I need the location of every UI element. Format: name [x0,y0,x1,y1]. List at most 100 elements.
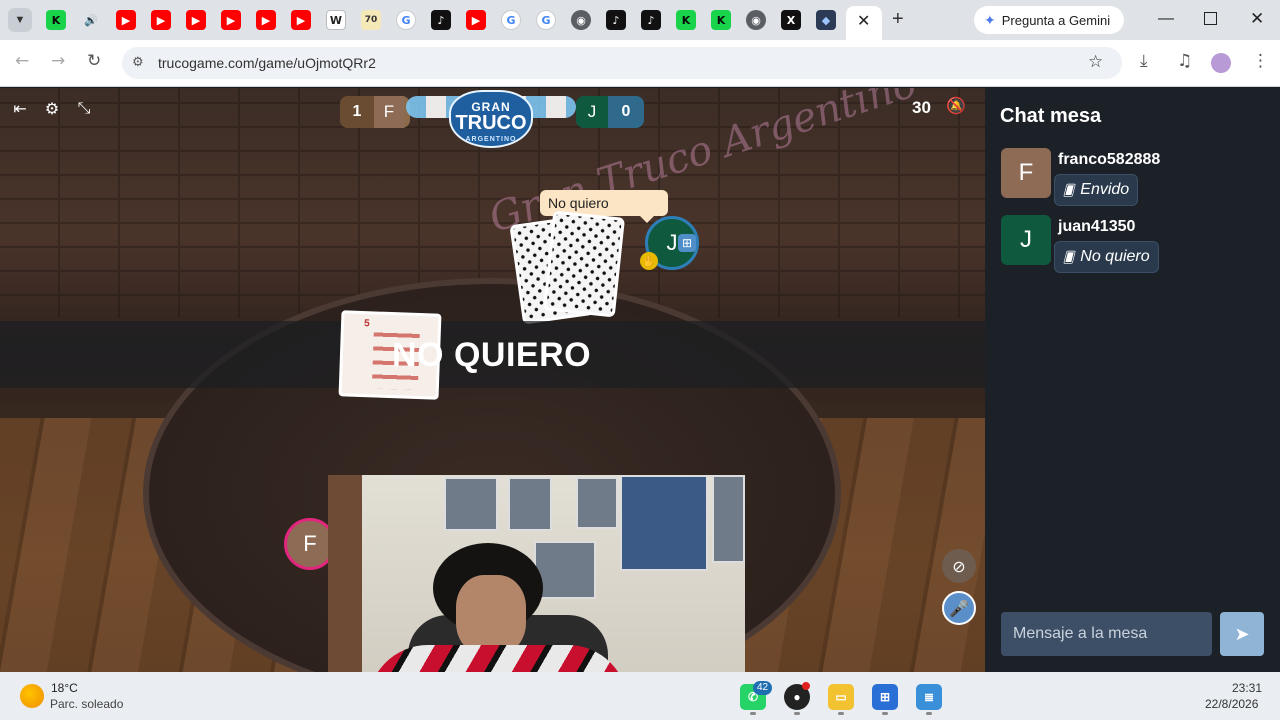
close-window-button[interactable]: ✕ [1250,9,1264,29]
score-j-points: 0 [621,103,631,120]
opponent-gift-icon[interactable]: ⊞ [678,234,696,252]
weather-temp[interactable]: 18°C [51,681,78,695]
active-tab[interactable]: ✕ [846,6,882,40]
send-icon[interactable]: ➤ [1220,612,1264,656]
chat-avatar: F [1001,148,1051,198]
chat-username: franco582888 [1058,151,1161,168]
kick-icon[interactable]: K [676,10,696,30]
close-tab-icon[interactable]: ✕ [857,11,870,31]
new-tab-button[interactable]: + [892,8,904,31]
exit-icon[interactable]: ⇤ [8,96,32,120]
media-control-icon[interactable]: ♫ [1177,51,1192,71]
reload-icon[interactable]: ↻ [87,51,101,71]
score-f-points: 1 [340,96,374,128]
score-f-letter: F [374,96,404,128]
chat-message: 🂠 No quiero [1054,241,1159,273]
kick-icon[interactable]: K [46,10,66,30]
restore-button[interactable] [1204,12,1217,25]
google-icon[interactable]: G [396,10,416,30]
tab-search-button[interactable]: ▼ [8,8,32,32]
fullscreen-off-icon[interactable]: ⤡ [72,96,96,120]
youtube-icon[interactable]: ▶ [221,10,241,30]
tiktok-icon[interactable]: ♪ [641,10,661,30]
opponent-card-back [542,210,626,318]
logo-line-argentino: ARGENTINO [465,136,517,143]
card-icon: 🂠 [1063,184,1075,197]
tiktok-icon[interactable]: ♪ [606,10,626,30]
google-icon[interactable]: G [536,10,556,30]
profile-avatar[interactable] [1211,53,1231,73]
score-j-letter: J [576,96,608,128]
wall-poster [576,477,618,529]
github-icon[interactable]: ◉ [571,10,591,30]
site-70-icon[interactable]: 70 [361,10,381,30]
wall-poster [534,541,596,599]
url-text: trucogame.com/game/uOjmotQRr2 [158,55,376,71]
chat-message-text: No quiero [1080,248,1150,265]
taskbar: 18°C Parc. soleado 23:31 22/8/2026 [0,672,1280,720]
site-info-icon[interactable]: ⚙ [132,54,144,70]
kick-icon[interactable]: K [711,10,731,30]
site-dark-icon[interactable]: ◆ [816,10,836,30]
youtube-icon[interactable]: ▶ [466,10,486,30]
google-icon[interactable]: G [501,10,521,30]
whatsapp-badge: 42 [753,681,773,695]
address-bar[interactable]: ⚙ trucogame.com/game/uOjmotQRr2 ☆ [122,47,1122,79]
clock-date[interactable]: 22/8/2026 [1205,697,1258,711]
obs-recording-dot [802,682,810,690]
microphone-icon[interactable]: 🎤 [942,591,976,625]
weather-desc[interactable]: Parc. soleado [50,697,123,711]
card-icon: 🂠 [1063,251,1075,264]
tiktok-icon[interactable]: ♪ [431,10,451,30]
download-icon[interactable]: ⤓ [1140,51,1148,71]
headphones-off-icon[interactable]: ⊘ [942,549,976,583]
chat-avatar: J [1001,215,1051,265]
weather-sun-icon[interactable] [20,684,44,708]
app-running-indicator [794,712,800,715]
github-icon[interactable]: ◉ [746,10,766,30]
chat-message: 🂠 Envido [1054,174,1139,206]
played-card-rank: 5 [363,318,370,330]
menu-icon[interactable]: ⋮ [1252,51,1269,71]
notepad-icon[interactable]: ≣ [916,684,942,710]
app-running-indicator [838,712,844,715]
forward-icon[interactable]: → [51,51,65,71]
score-team-f: 1 F [340,96,410,128]
clock-time[interactable]: 23:31 [1232,681,1262,695]
youtube-icon[interactable]: ▶ [116,10,136,30]
wall-poster [508,477,552,531]
youtube-icon[interactable]: ▶ [151,10,171,30]
wall-poster [444,477,498,531]
youtube-icon[interactable]: ▶ [291,10,311,30]
gran-truco-logo: GRAN TRUCO ARGENTINO [406,90,576,150]
wall-poster [620,475,708,571]
gemini-icon: ✦ [984,11,996,28]
wall-poster [712,475,745,563]
youtube-icon[interactable]: ▶ [186,10,206,30]
app-running-indicator [750,712,756,715]
gemini-button[interactable]: ✦ Pregunta a Gemini [974,6,1124,34]
gemini-label: Pregunta a Gemini [1001,12,1111,28]
app-running-indicator [882,712,888,715]
banner-text: NO QUIERO [392,336,592,374]
back-icon[interactable]: ← [15,51,29,71]
chat-message-input[interactable]: Mensaje a la mesa [1001,612,1212,656]
logo-line-truco: TRUCO [455,112,527,134]
turn-timer: 30 [912,98,931,117]
settings-icon[interactable]: ⚙ [40,96,64,120]
app-running-indicator [926,712,932,715]
file-explorer-icon[interactable]: ▭ [828,684,854,710]
store-icon[interactable]: ⊞ [872,684,898,710]
streamer-face [456,575,526,655]
chat-message-text: Envido [1080,181,1130,198]
bookmark-star-icon[interactable]: ☆ [1088,52,1103,72]
score-team-j: J 0 [576,96,644,128]
speaker-icon[interactable]: 🔊 [81,10,101,30]
x-icon[interactable]: X [781,10,801,30]
youtube-icon[interactable]: ▶ [256,10,276,30]
minimize-button[interactable]: — [1158,10,1174,28]
mute-icon[interactable]: 🔕 [946,96,966,116]
wikipedia-icon[interactable]: W [326,10,346,30]
hand-icon: ✋ [640,252,658,270]
opponent-avatar-letter: J [666,230,678,255]
